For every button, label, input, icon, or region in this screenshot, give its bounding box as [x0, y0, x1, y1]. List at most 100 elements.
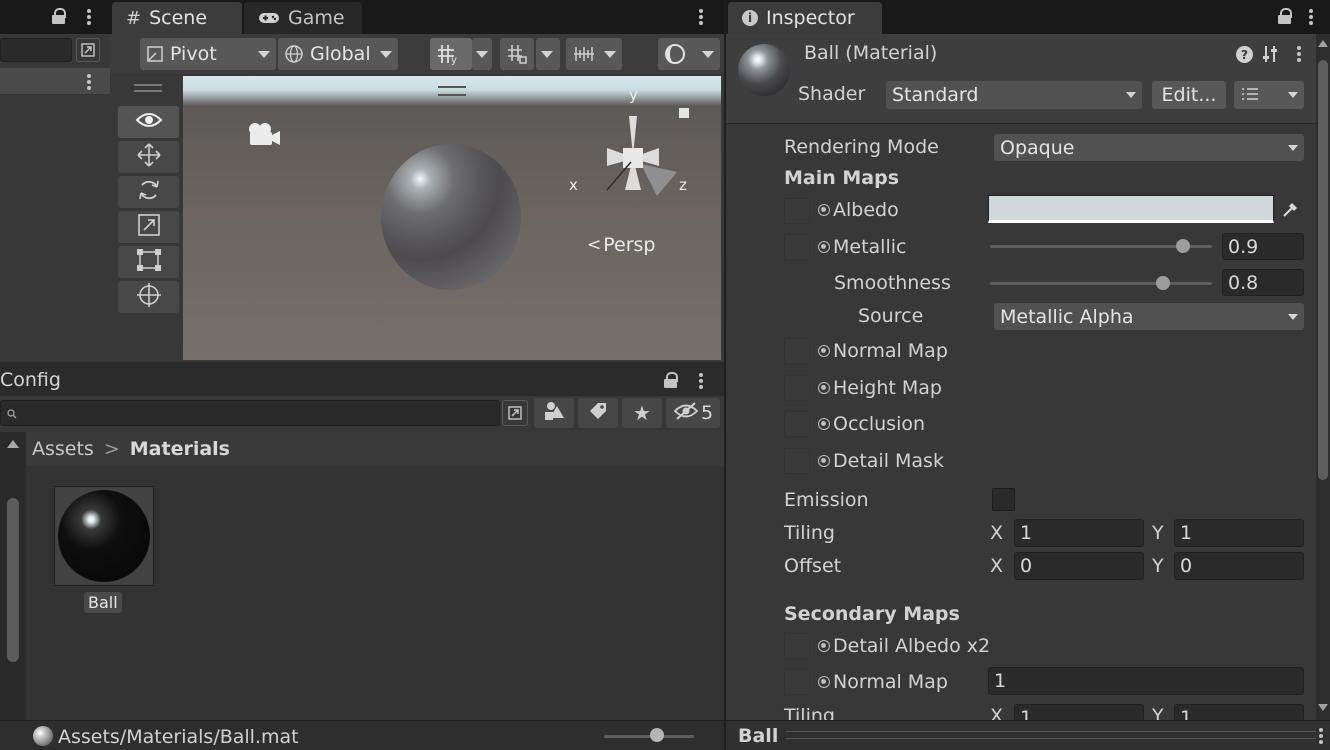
- sphere-object[interactable]: [381, 144, 521, 290]
- folder-tree-scroll-thumb[interactable]: [7, 498, 19, 662]
- offset-y-field[interactable]: 0: [1174, 552, 1304, 580]
- preview-menu-dots-icon[interactable]: [1314, 726, 1328, 746]
- texture-picker-icon[interactable]: [818, 640, 830, 652]
- draw-mode-dropdown[interactable]: [658, 38, 720, 70]
- detail-mask-texture-slot[interactable]: [784, 448, 810, 474]
- scroll-up-arrow-icon[interactable]: [7, 440, 19, 448]
- tiling-y-field[interactable]: 1: [1174, 519, 1304, 547]
- metallic-slider-knob[interactable]: [1176, 239, 1190, 253]
- help-icon[interactable]: ?: [1236, 46, 1253, 63]
- metallic-texture-slot[interactable]: [784, 234, 810, 260]
- smoothness-slider-knob[interactable]: [1156, 276, 1170, 290]
- smoothness-value: 0.8: [1228, 271, 1259, 294]
- edit-shader-button[interactable]: Edit...: [1152, 81, 1226, 109]
- preview-drag-handle[interactable]: [786, 731, 1316, 739]
- albedo-color-field[interactable]: [988, 195, 1274, 223]
- tab-inspector[interactable]: i Inspector: [728, 2, 882, 34]
- albedo-texture-slot[interactable]: [784, 198, 810, 224]
- increment-snap-button[interactable]: [566, 38, 622, 70]
- tag-icon: [588, 401, 608, 426]
- scale-tool-button[interactable]: [118, 211, 179, 243]
- texture-picker-icon[interactable]: [818, 382, 830, 394]
- grid-options-dropdown[interactable]: [472, 38, 492, 70]
- eyedropper-icon[interactable]: [1278, 195, 1304, 223]
- lock-icon[interactable]: [52, 8, 66, 24]
- star-icon: ★: [633, 401, 651, 425]
- texture-picker-icon[interactable]: [818, 418, 830, 430]
- secondary-normal-texture-slot[interactable]: [784, 669, 810, 695]
- asset-item-ball[interactable]: Ball: [52, 484, 156, 613]
- smoothness-value-field[interactable]: 0.8: [1222, 269, 1304, 296]
- favorites-button[interactable]: ★: [622, 398, 662, 428]
- ruler-icon: [572, 43, 596, 65]
- texture-picker-icon[interactable]: [818, 241, 830, 253]
- global-dropdown[interactable]: Global: [278, 38, 398, 70]
- move-tool-button[interactable]: [118, 141, 179, 173]
- thumbnail-size-slider[interactable]: [604, 735, 694, 738]
- chevron-down-icon: [1288, 313, 1298, 320]
- filter-by-label-button[interactable]: [578, 398, 618, 428]
- thumbnail-size-knob[interactable]: [650, 728, 664, 742]
- tab-scene[interactable]: # Scene: [112, 2, 242, 34]
- orientation-gizmo[interactable]: [573, 98, 703, 218]
- view-tool-button[interactable]: [118, 106, 179, 138]
- source-value: Metallic Alpha: [1000, 305, 1134, 328]
- rotate-tool-button[interactable]: [118, 176, 179, 208]
- project-menu-dots-icon[interactable]: [694, 371, 708, 391]
- hierarchy-search-input[interactable]: [0, 38, 72, 62]
- emission-checkbox[interactable]: [992, 488, 1015, 511]
- snap-options-dropdown[interactable]: [536, 38, 560, 70]
- breadcrumb-assets[interactable]: Assets: [32, 438, 94, 460]
- scene-menu-dots-icon[interactable]: [694, 7, 708, 27]
- breadcrumb-materials[interactable]: Materials: [130, 438, 230, 460]
- filter-by-type-button[interactable]: [534, 398, 574, 428]
- grid-visibility-button[interactable]: y: [430, 38, 472, 70]
- offset-x-field[interactable]: 0: [1014, 552, 1144, 580]
- shader-dropdown[interactable]: Standard: [886, 81, 1142, 109]
- scene-viewport[interactable]: y x z < Persp: [183, 76, 721, 360]
- tab-game[interactable]: Game: [244, 2, 362, 34]
- rendering-mode-dropdown[interactable]: Opaque: [994, 134, 1304, 161]
- search-options-icon[interactable]: [76, 38, 100, 62]
- pivot-dropdown[interactable]: Pivot: [140, 38, 276, 70]
- texture-picker-icon[interactable]: [818, 676, 830, 688]
- detail-albedo-texture-slot[interactable]: [784, 633, 810, 659]
- inspector-scroll-thumb[interactable]: [1318, 60, 1328, 480]
- lock-icon[interactable]: [1278, 8, 1292, 24]
- viewport-handle[interactable]: [438, 86, 466, 96]
- texture-picker-icon[interactable]: [818, 204, 830, 216]
- grid-snapping-button[interactable]: [500, 38, 534, 70]
- source-label: Source: [858, 305, 924, 327]
- texture-picker-icon[interactable]: [818, 345, 830, 357]
- smoothness-slider[interactable]: [990, 282, 1212, 285]
- normal-map-label: Normal Map: [818, 340, 948, 362]
- occlusion-texture-slot[interactable]: [784, 411, 810, 437]
- tiling2-y-field[interactable]: 1: [1174, 704, 1304, 720]
- row-menu-dots-icon[interactable]: [82, 72, 96, 92]
- normal-map-texture-slot[interactable]: [784, 338, 810, 364]
- projection-toggle[interactable]: < Persp: [587, 234, 656, 256]
- inspector-menu-dots-icon[interactable]: [1304, 7, 1318, 27]
- tiling-x-field[interactable]: 1: [1014, 519, 1144, 547]
- transform-tool-button[interactable]: [118, 281, 179, 313]
- rect-tool-button[interactable]: [118, 246, 179, 278]
- lock-icon[interactable]: [664, 372, 678, 388]
- hidden-packages-toggle[interactable]: 5: [666, 398, 720, 428]
- scroll-down-arrow-icon[interactable]: [1318, 704, 1328, 711]
- presets-icon[interactable]: [1262, 44, 1280, 69]
- height-map-texture-slot[interactable]: [784, 375, 810, 401]
- search-options-icon[interactable]: [502, 400, 528, 426]
- tiling2-x-field[interactable]: 1: [1014, 704, 1144, 720]
- scroll-up-arrow-icon[interactable]: [1318, 40, 1328, 47]
- texture-picker-icon[interactable]: [818, 455, 830, 467]
- metallic-value-field[interactable]: 0.9: [1222, 233, 1304, 260]
- material-menu-dots-icon[interactable]: [1292, 44, 1306, 64]
- projection-label: Persp: [603, 234, 656, 256]
- secondary-normal-scale-field[interactable]: 1: [988, 667, 1304, 695]
- project-search-input[interactable]: [0, 400, 500, 426]
- shader-options-dropdown[interactable]: [1234, 81, 1304, 109]
- move-arrows-icon: [136, 142, 162, 173]
- source-dropdown[interactable]: Metallic Alpha: [994, 303, 1304, 330]
- tool-column-handle[interactable]: [134, 84, 162, 92]
- menu-dots-icon[interactable]: [82, 7, 96, 27]
